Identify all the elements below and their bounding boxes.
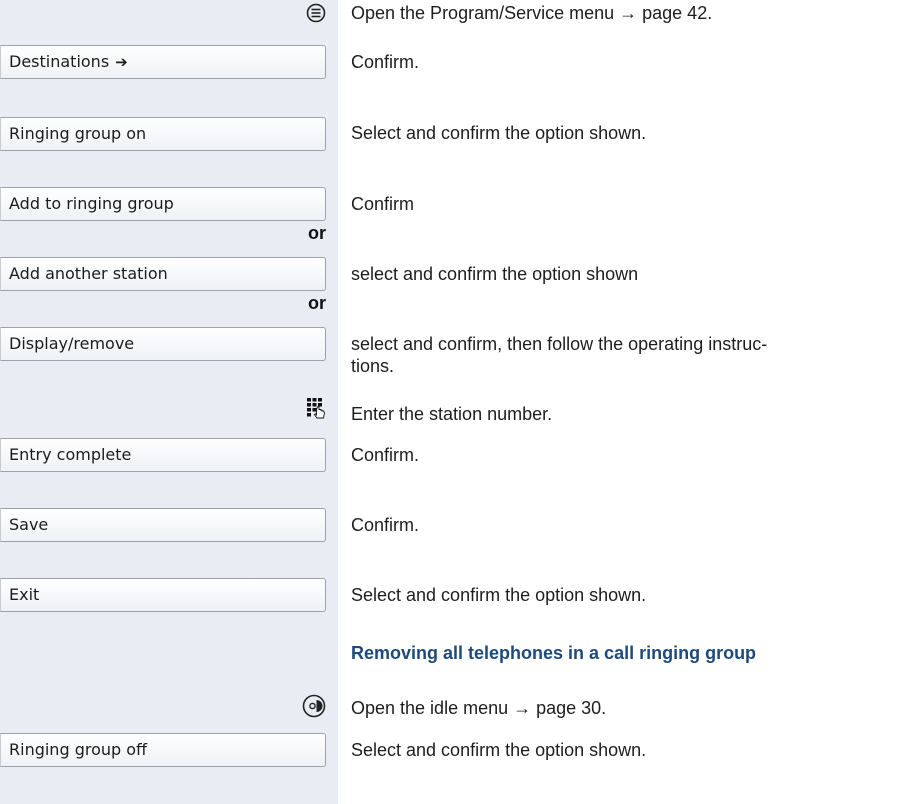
step-description: Select and confirm the option shown. <box>351 123 647 143</box>
step-description: Confirm <box>351 194 415 214</box>
step-description: select and confirm, then follow the oper… <box>351 334 768 376</box>
step-description: Confirm. <box>351 52 420 72</box>
menu-circle-icon <box>306 3 326 23</box>
idle-menu-icon <box>302 694 326 718</box>
or-separator: or <box>308 293 326 313</box>
step-description: Select and confirm the option shown. <box>351 740 647 760</box>
step-description: Select and confirm the option shown. <box>351 585 647 605</box>
step-description: Confirm. <box>351 515 420 535</box>
step-description: Enter the station number. <box>351 404 553 424</box>
ringing-group-on-button[interactable]: Ringing group on <box>0 117 326 151</box>
step-description: Open the Program/Service menu → page 42. <box>351 3 713 23</box>
section-heading: Removing all telephones in a call ringin… <box>351 643 757 663</box>
keypad-icon <box>307 398 325 419</box>
exit-button[interactable]: Exit <box>0 578 326 612</box>
step-description: select and confirm the option shown <box>351 264 639 284</box>
add-to-ringing-group-button[interactable]: Add to ringing group <box>0 187 326 221</box>
ringing-group-off-button[interactable]: Ringing group off <box>0 733 326 767</box>
step-description: Confirm. <box>351 445 420 465</box>
arrow-right-icon: ➔ <box>115 53 128 71</box>
step-description: Open the idle menu → page 30. <box>351 698 607 718</box>
display-remove-button[interactable]: Display/remove <box>0 327 326 361</box>
or-separator: or <box>308 223 326 243</box>
entry-complete-button[interactable]: Entry complete <box>0 438 326 472</box>
add-another-station-button[interactable]: Add another station <box>0 257 326 291</box>
save-button[interactable]: Save <box>0 508 326 542</box>
destinations-button[interactable]: Destinations ➔ <box>0 45 326 79</box>
